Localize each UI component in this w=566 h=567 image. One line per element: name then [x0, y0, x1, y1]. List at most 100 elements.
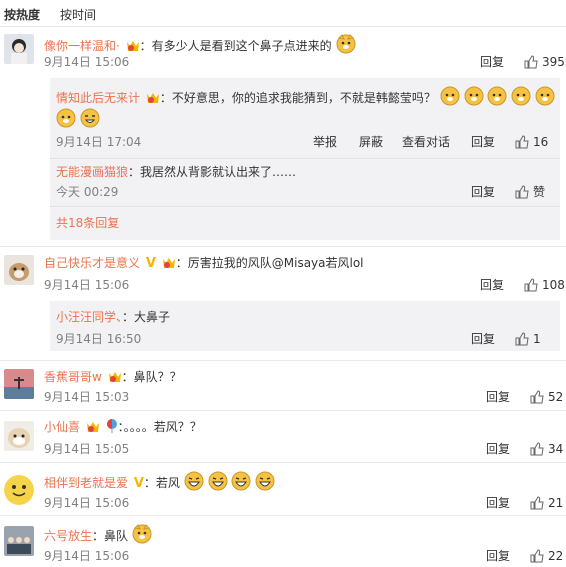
- doge-emoji-icon: [487, 86, 507, 110]
- member-badge-icon: [162, 257, 176, 273]
- thumbs-up-icon: [524, 278, 538, 292]
- doge-emoji-icon: [511, 86, 531, 110]
- thumbs-up-icon: [515, 135, 529, 149]
- laughing-emoji-icon: [184, 471, 204, 495]
- avatar[interactable]: [4, 34, 34, 64]
- tab-by-popularity[interactable]: 按热度: [4, 6, 40, 23]
- reply-box: 小汪汪同学、：大鼻子 9月14日 16:50 回复 1: [50, 301, 560, 351]
- reply-button[interactable]: 回复: [480, 277, 504, 293]
- laughing-emoji-icon: [255, 471, 275, 495]
- like-button[interactable]: 16: [515, 134, 548, 150]
- comment-text: 鼻队？？: [133, 370, 182, 384]
- avatar[interactable]: [4, 369, 34, 399]
- comment-time: 9月14日 15:06: [44, 549, 130, 563]
- like-count: 16: [533, 135, 549, 149]
- reply-text: 大鼻子: [134, 310, 171, 324]
- reply-username[interactable]: 情知此后无来计: [56, 91, 140, 105]
- reply-button[interactable]: 回复: [486, 495, 510, 511]
- divider: [50, 158, 560, 159]
- doge-emoji-icon: [535, 86, 555, 110]
- reply-box: 情知此后无来计 ：不好意思，你的追求我能猜到，不就是韩懿莹吗？ 9月14日 17…: [50, 78, 560, 240]
- divider: [50, 206, 560, 207]
- doge-emoji-icon: [132, 524, 152, 548]
- doge-emoji-icon: [56, 108, 76, 132]
- verified-v-icon: V: [133, 476, 144, 491]
- doge-emoji-icon: [336, 34, 356, 58]
- thumbs-up-icon: [515, 332, 529, 346]
- laughing-emoji-icon: [80, 108, 100, 132]
- comment-time: 9月14日 15:03: [44, 390, 130, 404]
- member-badge-icon: [108, 371, 122, 387]
- like-count: 395: [542, 55, 565, 69]
- reply-username[interactable]: 小汪汪同学、: [56, 310, 122, 324]
- laughing-emoji-icon: [231, 471, 251, 495]
- like-button[interactable]: 22: [530, 548, 563, 564]
- thumbs-up-icon: [515, 185, 529, 199]
- report-button[interactable]: 举报: [313, 134, 337, 150]
- like-count: 22: [548, 549, 564, 563]
- comment-username[interactable]: 六号放生: [44, 529, 92, 543]
- reply-button[interactable]: 回复: [471, 134, 495, 150]
- comment-time: 9月14日 15:06: [44, 278, 130, 292]
- like-count: 21: [548, 496, 564, 510]
- divider: [0, 410, 566, 411]
- thumbs-up-icon: [530, 496, 544, 510]
- like-count: 34: [548, 442, 564, 456]
- view-dialog-button[interactable]: 查看对话: [402, 134, 450, 150]
- reply-button[interactable]: 回复: [480, 54, 504, 70]
- divider: [0, 462, 566, 463]
- divider: [0, 515, 566, 516]
- avatar[interactable]: [4, 255, 34, 285]
- thumbs-up-icon: [530, 549, 544, 563]
- comment-username[interactable]: 像你一样温和·: [44, 39, 120, 53]
- member-badge-icon: [146, 92, 160, 108]
- thumbs-up-icon: [530, 390, 544, 404]
- comment-text: 鼻队: [104, 529, 129, 543]
- block-button[interactable]: 屏蔽: [359, 134, 383, 150]
- member-badge-icon: [86, 421, 100, 437]
- reply-button[interactable]: 回复: [486, 389, 510, 405]
- like-count: 1: [533, 332, 541, 346]
- comment-time: 9月14日 15:05: [44, 442, 130, 456]
- reply-username[interactable]: 无能漫画猫狼: [56, 165, 128, 179]
- like-button[interactable]: 34: [530, 441, 563, 457]
- comment-username[interactable]: 香蕉哥哥w: [44, 370, 102, 384]
- thumbs-up-icon: [524, 55, 538, 69]
- like-button[interactable]: 1: [515, 331, 541, 347]
- reply-time: 今天 00:29: [56, 185, 119, 199]
- reply-time: 9月14日 17:04: [56, 135, 142, 149]
- verified-v-icon: V: [145, 256, 156, 271]
- reply-text: 我居然从背影就认出来了……: [140, 165, 297, 179]
- reply-button[interactable]: 回复: [486, 441, 510, 457]
- comment-time: 9月14日 15:06: [44, 55, 130, 69]
- comment-username[interactable]: 自己快乐才是意义: [44, 256, 140, 270]
- thumbs-up-icon: [530, 442, 544, 456]
- avatar[interactable]: [4, 526, 34, 556]
- divider: [0, 360, 566, 361]
- reply-button[interactable]: 回复: [471, 184, 495, 200]
- comment-text: 有多少人是看到这个鼻子点进来的: [151, 39, 332, 53]
- like-button[interactable]: 395: [524, 54, 565, 70]
- reply-text: 不好意思，你的追求我能猜到，不就是韩懿莹吗？: [171, 91, 436, 105]
- reply-time: 9月14日 16:50: [56, 332, 142, 346]
- avatar[interactable]: [4, 421, 34, 451]
- divider: [0, 246, 566, 247]
- reply-button[interactable]: 回复: [486, 548, 510, 564]
- comment-text: 厉害拉我的风队@Misaya若风lol: [187, 256, 364, 270]
- like-count: 52: [548, 390, 564, 404]
- comment-username[interactable]: 小仙喜: [44, 420, 80, 434]
- more-replies-link[interactable]: 共18条回复: [56, 214, 119, 231]
- like-button[interactable]: 52: [530, 389, 563, 405]
- reply-button[interactable]: 回复: [471, 331, 495, 347]
- doge-emoji-icon: [464, 86, 484, 110]
- comment-text: 若风: [155, 476, 180, 490]
- tab-by-time[interactable]: 按时间: [60, 6, 96, 23]
- like-button[interactable]: 21: [530, 495, 563, 511]
- comment-username[interactable]: 相伴到老就是爱: [44, 476, 128, 490]
- sort-tabs: 按热度 按时间: [0, 0, 566, 27]
- like-button[interactable]: 108: [524, 277, 565, 293]
- comment-text: 。。。。若风？？: [123, 420, 202, 434]
- like-button[interactable]: 赞: [515, 184, 545, 200]
- comment-time: 9月14日 15:06: [44, 496, 130, 510]
- avatar[interactable]: [4, 475, 34, 505]
